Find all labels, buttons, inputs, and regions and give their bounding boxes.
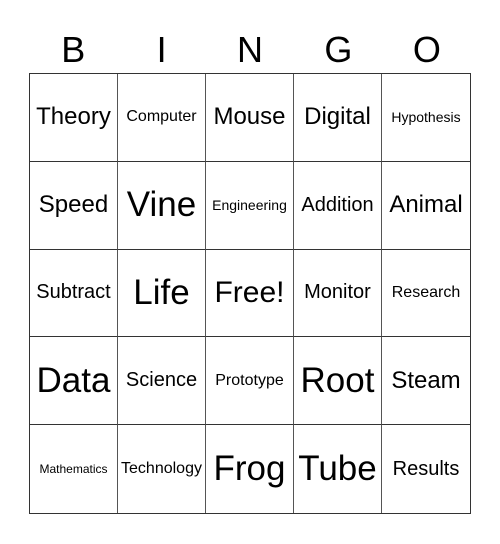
bingo-cell[interactable]: Results <box>382 425 470 513</box>
bingo-cell-text: Animal <box>389 191 463 219</box>
bingo-cell[interactable]: Digital <box>294 74 382 162</box>
bingo-cell[interactable]: Research <box>382 250 470 338</box>
bingo-cell[interactable]: Mathematics <box>30 425 118 513</box>
bingo-grid: Theory Computer Mouse Digital Hypothesis Spee… <box>29 73 471 514</box>
bingo-cell-text: Speed <box>38 191 109 219</box>
bingo-cell[interactable]: Mouse <box>206 74 294 162</box>
bingo-header: B I N G O <box>29 28 471 72</box>
bingo-cell-text: Hypothesis <box>391 109 461 126</box>
bingo-cell[interactable]: Tube <box>294 425 382 513</box>
bingo-cell-text: Prototype <box>215 371 284 389</box>
bingo-cell-text: Monitor <box>304 281 371 304</box>
header-letter-o: O <box>412 29 441 70</box>
bingo-cell[interactable]: Science <box>118 337 206 426</box>
bingo-cell[interactable]: Engineering <box>206 161 294 250</box>
bingo-cell-text: Steam <box>391 366 461 394</box>
bingo-cell-text: Root <box>300 360 375 400</box>
bingo-cell-text: Life <box>133 272 190 312</box>
bingo-cell[interactable]: Speed <box>30 161 118 250</box>
bingo-cell[interactable]: Frog <box>206 425 294 513</box>
bingo-cell-text: Engineering <box>212 197 287 214</box>
bingo-cell[interactable]: Free! <box>206 249 294 338</box>
bingo-cell-text: Theory <box>36 103 111 131</box>
bingo-cell[interactable]: Life <box>118 249 206 338</box>
bingo-cell-text: Vine <box>126 185 197 225</box>
bingo-cell[interactable]: Technology <box>118 425 206 513</box>
bingo-cell-text: Science <box>125 369 198 392</box>
bingo-cell-text: Subtract <box>36 281 111 304</box>
header-letter-i: I <box>156 29 167 70</box>
bingo-cell-text: Digital <box>304 103 371 131</box>
bingo-cell[interactable]: Theory <box>30 74 118 162</box>
bingo-cell-text: Technology <box>121 460 202 478</box>
bingo-cell[interactable]: Addition <box>294 161 382 250</box>
bingo-cell[interactable]: Steam <box>382 337 470 426</box>
bingo-cell[interactable]: Vine <box>118 161 206 250</box>
header-letter-b: B <box>61 29 86 70</box>
bingo-cell-text: Research <box>391 283 461 301</box>
bingo-cell[interactable]: Data <box>30 337 118 426</box>
header-letter-g: G <box>324 29 353 70</box>
header-letter-n: N <box>237 29 264 70</box>
bingo-cell[interactable]: Prototype <box>206 337 294 426</box>
bingo-cell[interactable]: Monitor <box>294 249 382 338</box>
bingo-cell[interactable]: Computer <box>118 74 206 162</box>
bingo-cell-text: Frog <box>213 449 286 489</box>
bingo-cell-text: Computer <box>126 108 197 126</box>
bingo-cell-text: Free! <box>214 275 285 309</box>
bingo-cell[interactable]: Subtract <box>30 249 118 338</box>
bingo-cell-text: Mathematics <box>39 462 108 477</box>
bingo-cell-text: Tube <box>298 449 377 489</box>
bingo-cell-text: Results <box>392 457 460 480</box>
bingo-cell[interactable]: Hypothesis <box>382 74 470 162</box>
bingo-cell-text: Mouse <box>213 103 286 131</box>
bingo-cell[interactable]: Animal <box>382 162 470 250</box>
bingo-cell[interactable]: Root <box>294 337 382 426</box>
bingo-cell-text: Data <box>36 360 111 400</box>
bingo-cell-text: Addition <box>301 193 374 216</box>
